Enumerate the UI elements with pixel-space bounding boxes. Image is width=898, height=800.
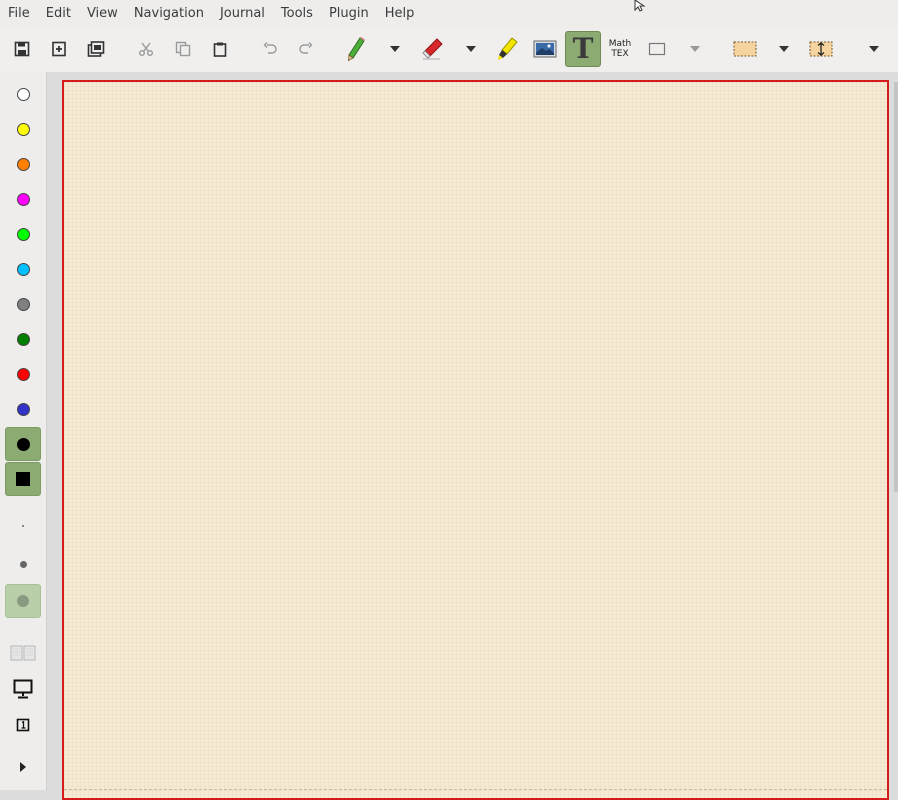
text-tool-button[interactable]: T (565, 31, 601, 67)
fill-toggle-button[interactable] (5, 462, 41, 496)
size-medium-button[interactable] (5, 547, 41, 581)
redo-icon (299, 42, 313, 54)
color-dot (16, 227, 30, 241)
cut-button[interactable] (129, 32, 163, 66)
select-rect-button[interactable] (728, 32, 762, 66)
save-icon (14, 41, 30, 57)
fill-square-icon (16, 472, 30, 486)
monitor-icon (13, 679, 33, 699)
copy-button[interactable] (166, 32, 200, 66)
shape-button[interactable] (640, 32, 674, 66)
tex-icon: Math TEX (609, 39, 632, 59)
chevron-down-icon (390, 46, 400, 52)
chevron-down-icon (690, 46, 700, 52)
menu-view[interactable]: View (79, 0, 126, 28)
menu-plugin[interactable]: Plugin (321, 0, 377, 28)
color-white-button[interactable] (5, 77, 41, 111)
chevron-down-icon (869, 46, 879, 52)
highlighter-button[interactable] (491, 32, 525, 66)
image-icon (533, 40, 557, 58)
color-black-button[interactable] (5, 427, 41, 461)
vertical-space-button[interactable] (804, 32, 838, 66)
color-dot (16, 332, 30, 346)
color-dot (16, 87, 30, 101)
color-dot (16, 402, 30, 416)
latex-button[interactable]: Math TEX (603, 32, 637, 66)
eraser-button[interactable] (415, 32, 449, 66)
color-yellow-button[interactable] (5, 112, 41, 146)
menu-journal[interactable]: Journal (212, 0, 273, 28)
page-number-button[interactable] (5, 708, 41, 742)
undo-icon (263, 42, 277, 54)
toolbar-overflow-button[interactable] (865, 32, 883, 66)
eraser-icon (422, 38, 443, 60)
copy-icon (175, 41, 191, 57)
color-green-button[interactable] (5, 217, 41, 251)
chevron-right-icon (20, 762, 26, 772)
save-button[interactable] (5, 32, 39, 66)
new-page-icon (52, 41, 66, 57)
color-dot (16, 192, 30, 206)
size-thick-button[interactable] (5, 584, 41, 618)
menu-bar: File Edit View Navigation Journal Tools … (0, 0, 898, 28)
text-icon: T (572, 32, 594, 65)
toolbar: T Math TEX (0, 28, 898, 73)
vertical-scrollbar[interactable] (894, 82, 898, 492)
mouse-cursor-icon (634, 0, 646, 12)
select-rect-icon (733, 41, 757, 57)
print-button[interactable] (79, 32, 113, 66)
menu-file[interactable]: File (0, 0, 38, 28)
pen-icon (348, 36, 365, 62)
chevron-down-icon (466, 46, 476, 52)
undo-button[interactable] (253, 32, 287, 66)
page-number-icon (16, 718, 30, 732)
print-icon (87, 41, 105, 57)
paired-pages-button[interactable] (5, 635, 41, 669)
menu-help[interactable]: Help (377, 0, 423, 28)
select-dropdown-button[interactable] (775, 32, 793, 66)
paste-button[interactable] (203, 32, 237, 66)
menu-tools[interactable]: Tools (273, 0, 321, 28)
size-fine-button[interactable] (5, 509, 41, 543)
eraser-dropdown-button[interactable] (462, 32, 480, 66)
chevron-down-icon (779, 46, 789, 52)
color-dot (16, 437, 30, 451)
size-medium-icon (19, 560, 27, 568)
menu-navigation[interactable]: Navigation (126, 0, 212, 28)
new-page-button[interactable] (42, 32, 76, 66)
color-blue-button[interactable] (5, 392, 41, 426)
palette-expand-button[interactable] (5, 750, 41, 784)
tex-label-bottom: TEX (611, 49, 629, 59)
color-gray-button[interactable] (5, 287, 41, 321)
redo-button[interactable] (289, 32, 323, 66)
menu-edit[interactable]: Edit (38, 0, 79, 28)
color-dark-green-button[interactable] (5, 322, 41, 356)
canvas-area[interactable] (47, 72, 898, 800)
pen-dropdown-button[interactable] (386, 32, 404, 66)
color-dot (16, 367, 30, 381)
color-orange-button[interactable] (5, 147, 41, 181)
color-dot (16, 297, 30, 311)
color-dot (16, 262, 30, 276)
vertical-space-icon (809, 41, 833, 57)
color-palette (0, 72, 47, 790)
color-red-button[interactable] (5, 357, 41, 391)
color-dot (16, 157, 30, 171)
tex-label-top: Math (608, 39, 632, 49)
journal-page[interactable] (62, 80, 889, 800)
image-button[interactable] (528, 32, 562, 66)
size-thick-icon (17, 595, 29, 607)
color-light-blue-button[interactable] (5, 252, 41, 286)
shape-dropdown-button[interactable] (686, 32, 704, 66)
book-icon (10, 645, 36, 661)
pen-button[interactable] (339, 32, 373, 66)
color-dot (16, 122, 30, 136)
color-magenta-button[interactable] (5, 182, 41, 216)
cut-icon (139, 42, 153, 56)
paste-icon (213, 42, 227, 57)
shape-icon (648, 42, 666, 56)
highlighter-icon (498, 37, 518, 60)
size-fine-icon (22, 525, 24, 527)
presentation-mode-button[interactable] (5, 672, 41, 706)
